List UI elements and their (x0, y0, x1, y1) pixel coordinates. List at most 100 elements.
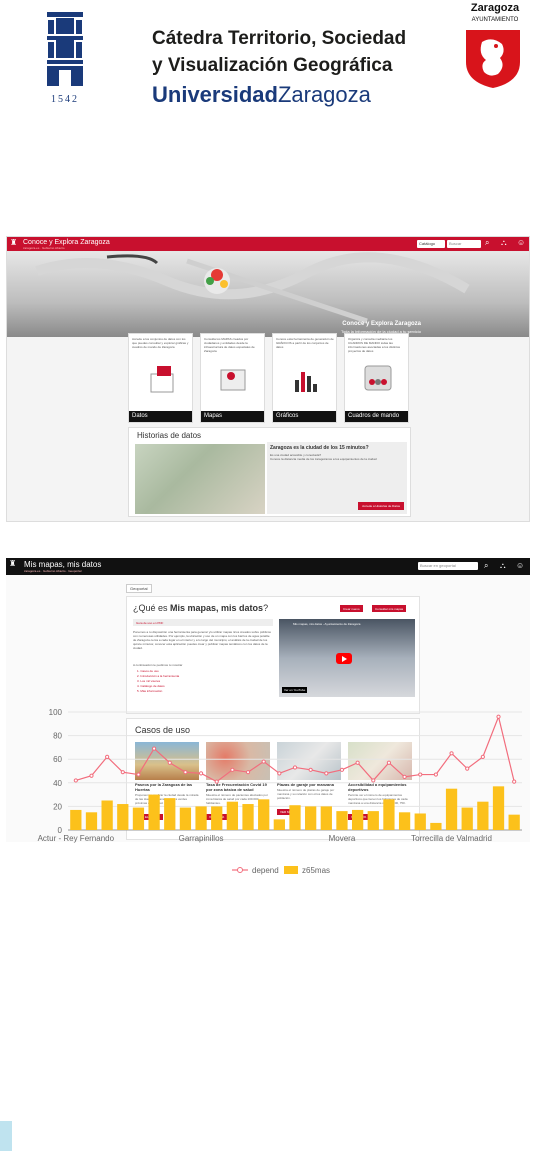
line-point (183, 770, 188, 775)
line-point (245, 770, 251, 775)
line-point (496, 714, 501, 719)
bar (461, 807, 473, 830)
line-point (277, 771, 282, 776)
line-point (512, 779, 517, 784)
city-council-subtitle: AYUNTAMIENTO (471, 17, 519, 23)
card-description: Consulta los MAPAS creados por ciudadano… (204, 337, 255, 353)
bar (430, 822, 442, 830)
step-link[interactable]: 3. Los mil visores (137, 679, 160, 683)
my-maps-button[interactable]: Consultar mis mapas (372, 605, 407, 612)
line-point (480, 754, 485, 759)
bar (336, 811, 348, 830)
card-graficos[interactable]: Conoce esta herramienta de generación de… (272, 333, 337, 423)
university-name: UniversidadZaragoza (152, 82, 371, 108)
y-tick-label: 20 (53, 802, 62, 811)
user-icon[interactable]: ☺ (516, 561, 524, 570)
title-suffix: ? (263, 603, 269, 613)
line-point (355, 760, 360, 765)
line-point (89, 773, 94, 778)
bar (148, 794, 160, 830)
card-label: Datos (129, 411, 192, 422)
line-point (308, 767, 313, 772)
chart-container: 0 20 40 60 80 100 Actur - Rey Fernando Garrapin… (0, 700, 539, 1151)
site-title: Conoce y Explora Zaragoza (23, 239, 110, 246)
card-datos[interactable]: Accede a los conjuntos de datos con los … (128, 333, 193, 423)
combo-chart: 020406080100Actur - Rey Fernando Garrapin… (38, 708, 522, 875)
bar (320, 806, 332, 830)
data-stories-section: Historias de datos Zaragoza es la ciudad… (128, 427, 411, 517)
bar (383, 799, 395, 830)
intro-panel: ¿Qué es Mis mapas, mis datos? Crear nuev… (126, 596, 420, 714)
step-link[interactable]: 5. Más información (137, 689, 162, 693)
video-title: Mis mapas, mis datos - Ayuntamiento de Z… (293, 622, 361, 626)
site-title: Mis mapas, mis datos (24, 560, 102, 569)
data-stories-button[interactable]: Accede a Historias de Datos (358, 502, 404, 510)
line-point (261, 759, 266, 764)
y-tick-label: 80 (53, 732, 62, 741)
bar (398, 812, 411, 830)
create-new-button[interactable]: Crear nuevo (340, 605, 363, 612)
bar (195, 806, 207, 830)
y-tick-label: 40 (53, 779, 62, 788)
bar (305, 806, 317, 830)
line-point (449, 751, 454, 756)
bar (289, 805, 301, 830)
bar (117, 804, 129, 830)
section-title: Historias de datos (137, 431, 202, 440)
title-prefix: ¿Qué es (133, 603, 171, 613)
line-point (292, 765, 298, 770)
search-input[interactable]: Buscar (447, 240, 481, 248)
line-point (73, 778, 78, 783)
user-icon[interactable]: ☺ (517, 238, 525, 247)
dashboard-icon (364, 365, 392, 391)
bar (164, 798, 176, 830)
y-tick-label: 60 (53, 755, 62, 764)
line-point (324, 771, 329, 776)
card-label: Cuadros de mando (345, 411, 408, 422)
step-link[interactable]: 2. Introducción a la herramienta (137, 674, 179, 678)
steps-title: A continuación te pedimos tu mostrar (133, 663, 183, 667)
site-subtitle: zaragoza.es · Gobierno Abierto (23, 246, 65, 250)
story-description: Conoce la distancia media de los zaragoz… (270, 457, 377, 461)
video-player[interactable]: Mis mapas, mis datos - Ayuntamiento de Z… (279, 619, 415, 697)
card-cuadros-de-mando[interactable]: Organiza y consulta mediante los CUADROS… (344, 333, 409, 423)
step-link[interactable]: 4. Catálogo de datos (137, 684, 165, 688)
intro-text: Ponemos a tu disposición una herramienta… (133, 630, 271, 650)
bar (258, 799, 270, 830)
bar (445, 788, 458, 830)
bar (70, 809, 82, 830)
x-tick-label: Garrapinillos (179, 834, 224, 843)
breadcrumb[interactable]: Geoportal (126, 584, 152, 593)
card-description: Accede a los conjuntos de datos con los … (132, 337, 189, 349)
card-mapas[interactable]: Consulta los MAPAS creados por ciudadano… (200, 333, 265, 423)
search-icon[interactable]: ⌕ (484, 561, 488, 571)
sitemap-icon[interactable]: ⛬ (500, 561, 506, 571)
map-icon (220, 369, 246, 391)
bar (179, 807, 192, 830)
search-icon[interactable]: ⌕ (485, 238, 489, 248)
x-tick-label: Torrecilla de Valmadrid (411, 834, 492, 843)
line-point (339, 767, 345, 772)
city-council-title: Zaragoza (470, 2, 520, 14)
database-icon (150, 366, 174, 393)
youtube-link[interactable]: Ver en YouTube (282, 687, 308, 693)
corner-accent (0, 1121, 12, 1151)
legend-line-marker (237, 867, 243, 873)
story-map-image (135, 444, 265, 514)
bar (477, 801, 489, 830)
search-input[interactable]: Buscar en geoportal (418, 562, 478, 570)
university-name-bold: Universidad (152, 82, 278, 107)
search-scope-select[interactable]: Catálogo (417, 240, 445, 248)
bar (492, 786, 505, 830)
step-link[interactable]: 1. Casos de uso (137, 669, 159, 673)
pdf-guide-link[interactable]: Guía de uso en PDF (133, 619, 273, 626)
line-point (120, 770, 125, 775)
university-crest-icon (47, 12, 83, 86)
line-point (152, 746, 157, 751)
line-point (105, 754, 110, 759)
hero-banner: Conoce y Explora Zaragoza Toda la Inform… (7, 251, 529, 337)
card-description: Conoce esta herramienta de generación de… (276, 337, 334, 349)
sitemap-icon[interactable]: ⛬ (501, 238, 507, 248)
card-description: Organiza y consulta mediante los CUADROS… (348, 337, 401, 353)
screenshot-conoce-explora: ♜ Conoce y Explora Zaragoza zaragoza.es … (6, 236, 530, 522)
